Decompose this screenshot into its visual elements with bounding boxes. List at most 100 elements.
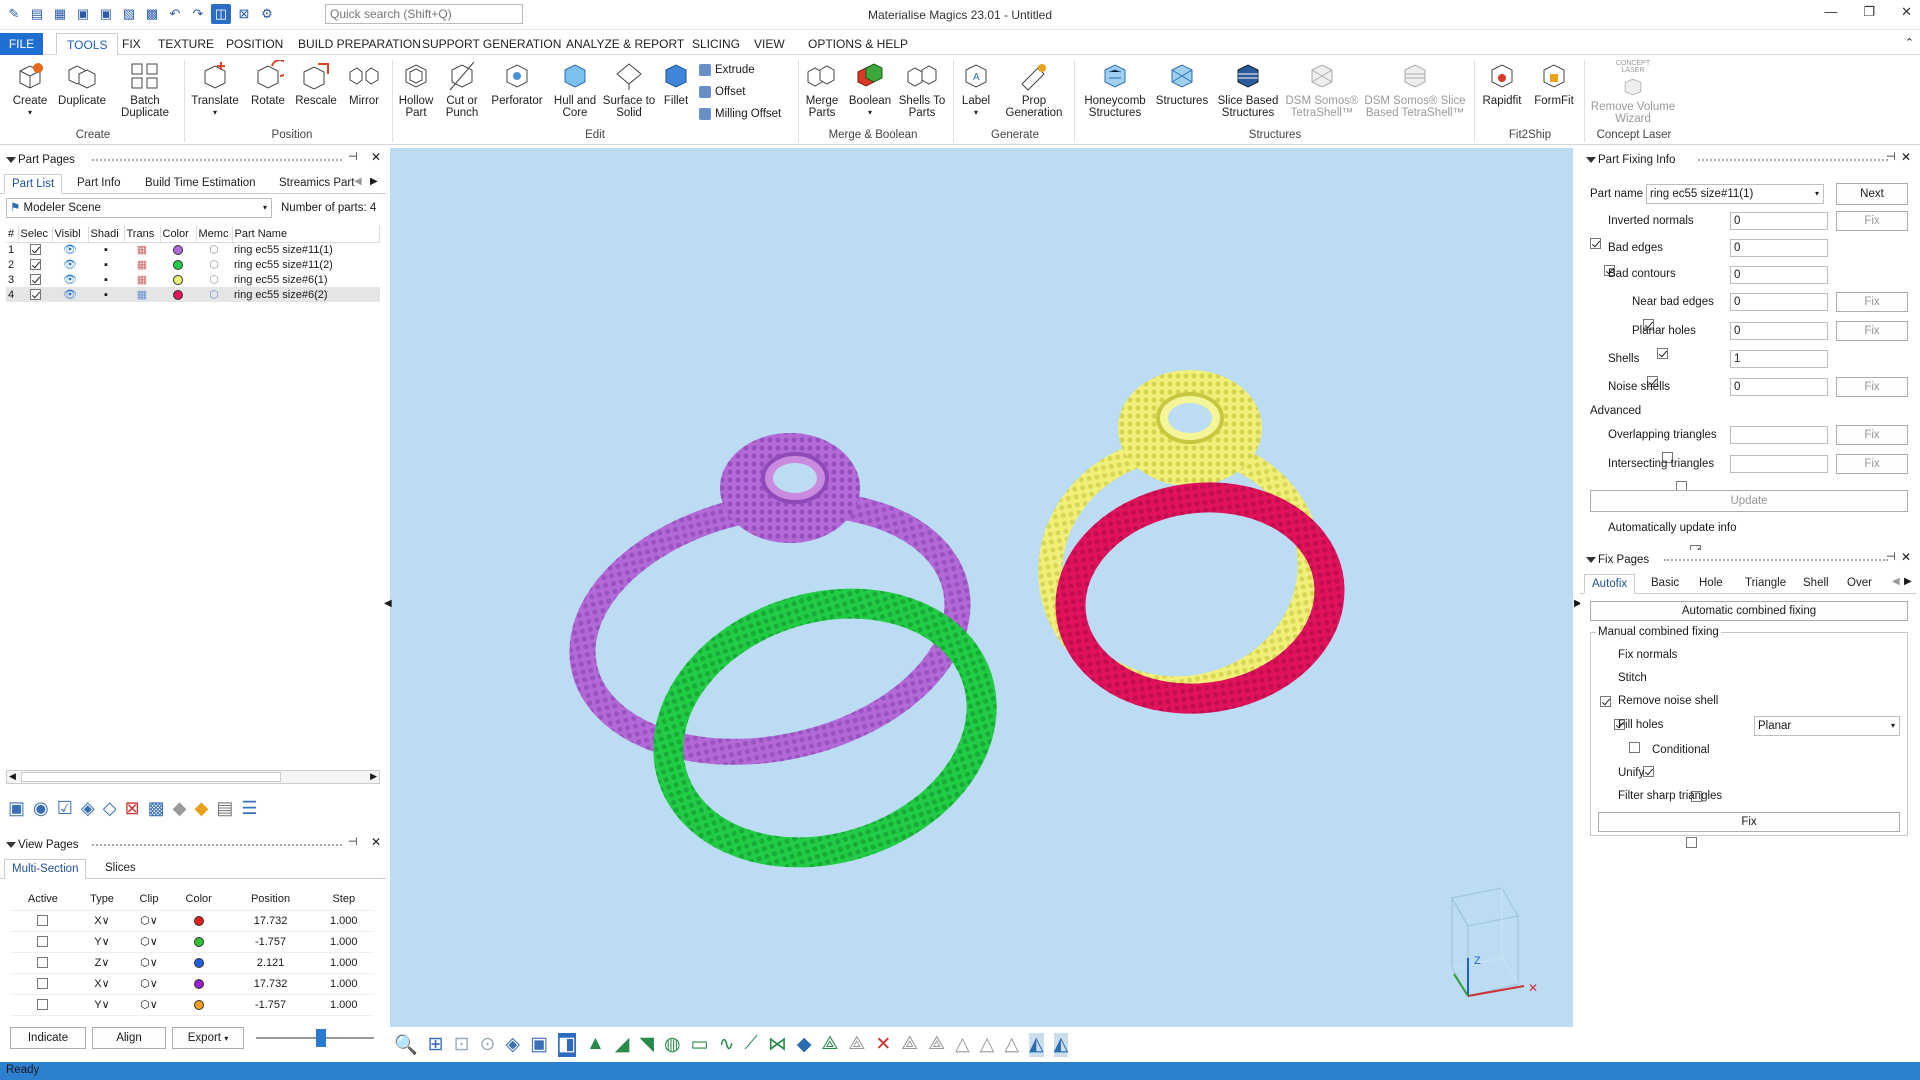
type-select[interactable]: Y∨ [75,931,129,953]
save-project-icon[interactable]: ▩ [142,4,162,24]
table-row[interactable]: 2 👁 ▪ ▦ ⬡ ring ec55 size#11(2) [6,257,380,272]
tab-scroll-left-icon[interactable]: ◀ [1892,576,1900,587]
minimize-icon[interactable]: — [1824,4,1837,20]
fix-noise-shells-button[interactable]: Fix [1836,377,1908,397]
fix-near-bad-edges-button[interactable]: Fix [1836,292,1908,312]
table-row[interactable]: 1 👁 ▪ ▦ ⬡ ring ec55 size#11(1) [6,242,380,257]
scroll-thumb[interactable] [21,772,281,782]
shells-to-parts-button[interactable]: Shells To Parts [896,60,948,119]
inverted-normals-checkbox[interactable] [1590,238,1601,250]
tab-scroll-right-icon[interactable]: ▶ [370,176,378,187]
close-icon[interactable]: ✕ [1901,550,1911,564]
tab-basic[interactable]: Basic [1644,574,1686,594]
tab-view[interactable]: VIEW [744,33,795,55]
type-select[interactable]: X∨ [75,973,129,995]
pin-icon[interactable]: ⊣ [1886,550,1896,563]
scene-select[interactable]: ⚑ Modeler Scene ▾ [6,198,272,218]
quick-search-input[interactable] [325,4,523,24]
surface-to-solid-button[interactable]: Surface to Solid [602,60,656,119]
close-icon[interactable]: ✕ [371,150,381,164]
tab-scroll-left-icon[interactable]: ◀ [354,176,362,187]
honeycomb-structures-button[interactable]: Honeycomb Structures [1080,60,1150,119]
eye-icon[interactable]: 👁 [52,272,88,287]
save-icon[interactable]: ▣ [73,4,93,24]
select-checkbox[interactable] [29,259,41,271]
close-icon[interactable]: ✕ [1901,4,1912,20]
invert-marking-icon[interactable]: ⟁ [848,1033,865,1057]
eye-icon[interactable]: 👁 [52,257,88,272]
slider-thumb[interactable] [316,1029,326,1047]
type-select[interactable]: Y∨ [75,994,129,1016]
active-checkbox[interactable] [37,936,49,948]
save-as-icon[interactable]: ▣ [96,4,116,24]
col-part-name[interactable]: Part Name [232,226,380,243]
color-swatch[interactable] [173,289,183,300]
fix-intersecting-button[interactable]: Fix [1836,454,1908,474]
color-swatch[interactable] [193,957,204,968]
rescale-button[interactable]: Rescale [294,60,338,107]
color-swatch[interactable] [193,915,204,926]
fillet-button[interactable]: Fillet [660,60,692,107]
wireframe-icon[interactable]: ◇ [103,798,117,819]
export-button[interactable]: Export ▾ [172,1027,244,1049]
mark-all-icon[interactable]: ⟁ [928,1033,945,1057]
select-checkbox[interactable] [29,289,41,301]
rapidfit-button[interactable]: Rapidfit [1478,60,1526,107]
sort-icon[interactable]: ☰ [241,798,257,819]
fix-planar-holes-button[interactable]: Fix [1836,321,1908,341]
table-row[interactable]: 3 👁 ▪ ▦ ⬡ ring ec55 size#6(1) [6,272,380,287]
restore-icon[interactable]: ❐ [1863,4,1875,20]
visibility-toggle-icon[interactable]: ◉ [33,798,49,819]
cut-or-punch-button[interactable]: Cut or Punch [440,60,484,119]
col-num[interactable]: # [6,226,19,243]
active-checkbox[interactable] [37,957,49,969]
merge-icon[interactable]: ▩ [148,798,165,819]
zoom-window-icon[interactable]: ⊞ [428,1033,444,1057]
table-row[interactable]: 4 👁 ▪ ▦ ⬡ ring ec55 size#6(2) [6,287,380,302]
select-triangle-icon[interactable]: ▲ [586,1033,605,1057]
pin-icon[interactable]: ⊣ [348,150,358,163]
tab-shell[interactable]: Shell [1796,574,1836,594]
hollow-part-button[interactable]: Hollow Part [394,60,438,119]
type-select[interactable]: Z∨ [75,952,129,974]
color-swatch[interactable] [193,936,204,947]
tab-slices[interactable]: Slices [98,859,143,879]
color-swatch[interactable] [193,978,204,989]
scroll-right-icon[interactable]: ▶ [370,771,377,782]
step-value[interactable]: 1.000 [313,952,374,974]
tab-overlap[interactable]: Over [1840,574,1879,594]
boolean-button[interactable]: Boolean ▾ [846,60,894,119]
filter-sharp-triangles-checkbox[interactable] [1686,837,1698,849]
tab-build-preparation[interactable]: BUILD PREPARATION [288,33,431,55]
tab-part-list[interactable]: Part List [4,174,63,194]
select-lasso-icon[interactable]: ∿ [719,1033,735,1057]
update-button[interactable]: Update [1590,490,1908,512]
active-checkbox[interactable] [37,915,49,927]
next-button[interactable]: Next [1836,183,1908,205]
align-button[interactable]: Align [92,1027,166,1049]
fix-inverted-normals-button[interactable]: Fix [1836,211,1908,231]
milling-offset-button[interactable]: Milling Offset [699,108,781,120]
fix-button[interactable]: Fix [1598,812,1900,832]
step-value[interactable]: 1.000 [313,994,374,1016]
zoom-fit-icon[interactable]: ⊡ [454,1033,470,1057]
tab-scroll-right-icon[interactable]: ▶ [1904,576,1912,587]
col-shading[interactable]: Shadi [88,226,125,243]
indicate-button[interactable]: Indicate [10,1027,86,1049]
dsm-slice-tetrashell-button[interactable]: DSM Somos® Slice Based TetraShell™ [1362,60,1468,119]
position-value[interactable]: 2.121 [227,952,314,974]
tab-options-help[interactable]: OPTIONS & HELP [798,33,918,55]
structures-button[interactable]: Structures [1152,60,1212,107]
slice-based-structures-button[interactable]: Slice Based Structures [1214,60,1282,119]
mark-shell-icon[interactable]: ⟁ [901,1033,918,1057]
fix-normals-checkbox[interactable] [1600,696,1611,708]
mark-edge-icon[interactable]: △ [1004,1033,1019,1057]
transparency-icon[interactable]: ▦ [124,257,160,272]
transparency-icon[interactable]: ▦ [124,242,160,257]
fill-holes-checkbox[interactable] [1643,766,1655,778]
tag-icon[interactable]: ◆ [173,798,187,819]
tab-tools[interactable]: TOOLS [56,33,119,55]
marked-triangles-icon[interactable]: ⟁ [821,1033,838,1057]
select-plane-icon[interactable]: ◥ [639,1033,654,1057]
tab-analyze-report[interactable]: ANALYZE & REPORT [556,33,694,55]
